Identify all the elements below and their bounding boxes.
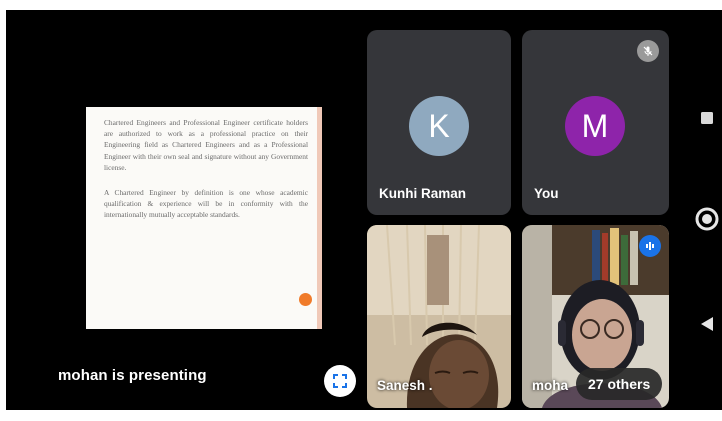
meeting-screen: Chartered Engineers and Professional Eng…: [6, 10, 722, 410]
mic-off-icon: [643, 46, 653, 56]
presenting-label: mohan is presenting: [58, 367, 207, 384]
participant-tile-kunhi[interactable]: K Kunhi Raman: [367, 30, 511, 215]
participant-name: Sanesh .: [377, 378, 433, 393]
laser-pointer: [299, 293, 312, 306]
avatar: M: [565, 96, 625, 156]
triangle-back-icon: [701, 317, 713, 331]
avatar-initial: M: [581, 107, 609, 144]
nav-back-button[interactable]: [699, 315, 715, 338]
nav-recents-button[interactable]: [699, 110, 715, 131]
others-chip[interactable]: 27 others: [576, 368, 663, 400]
nav-home-button[interactable]: [694, 206, 720, 237]
fullscreen-button[interactable]: [324, 365, 356, 397]
participant-name: moha: [532, 378, 569, 393]
participant-tile-you[interactable]: M You: [522, 30, 669, 215]
slide-paragraph: Chartered Engineers and Professional Eng…: [104, 118, 308, 172]
speaking-indicator: [639, 235, 661, 257]
participant-name: You: [534, 186, 559, 201]
participant-video-sanesh[interactable]: Sanesh .: [367, 225, 511, 408]
slide-edge: [317, 107, 322, 329]
fullscreen-icon: [333, 374, 347, 388]
participant-name: Kunhi Raman: [379, 186, 467, 201]
shared-slide[interactable]: Chartered Engineers and Professional Eng…: [86, 107, 322, 329]
circle-icon: [695, 207, 719, 231]
audio-level-icon: [646, 242, 654, 250]
avatar: K: [409, 96, 469, 156]
slide-paragraph: A Chartered Engineer by definition is on…: [104, 188, 308, 220]
square-icon: [701, 112, 713, 124]
mic-off-button: [637, 40, 659, 62]
avatar-initial: K: [428, 107, 450, 144]
